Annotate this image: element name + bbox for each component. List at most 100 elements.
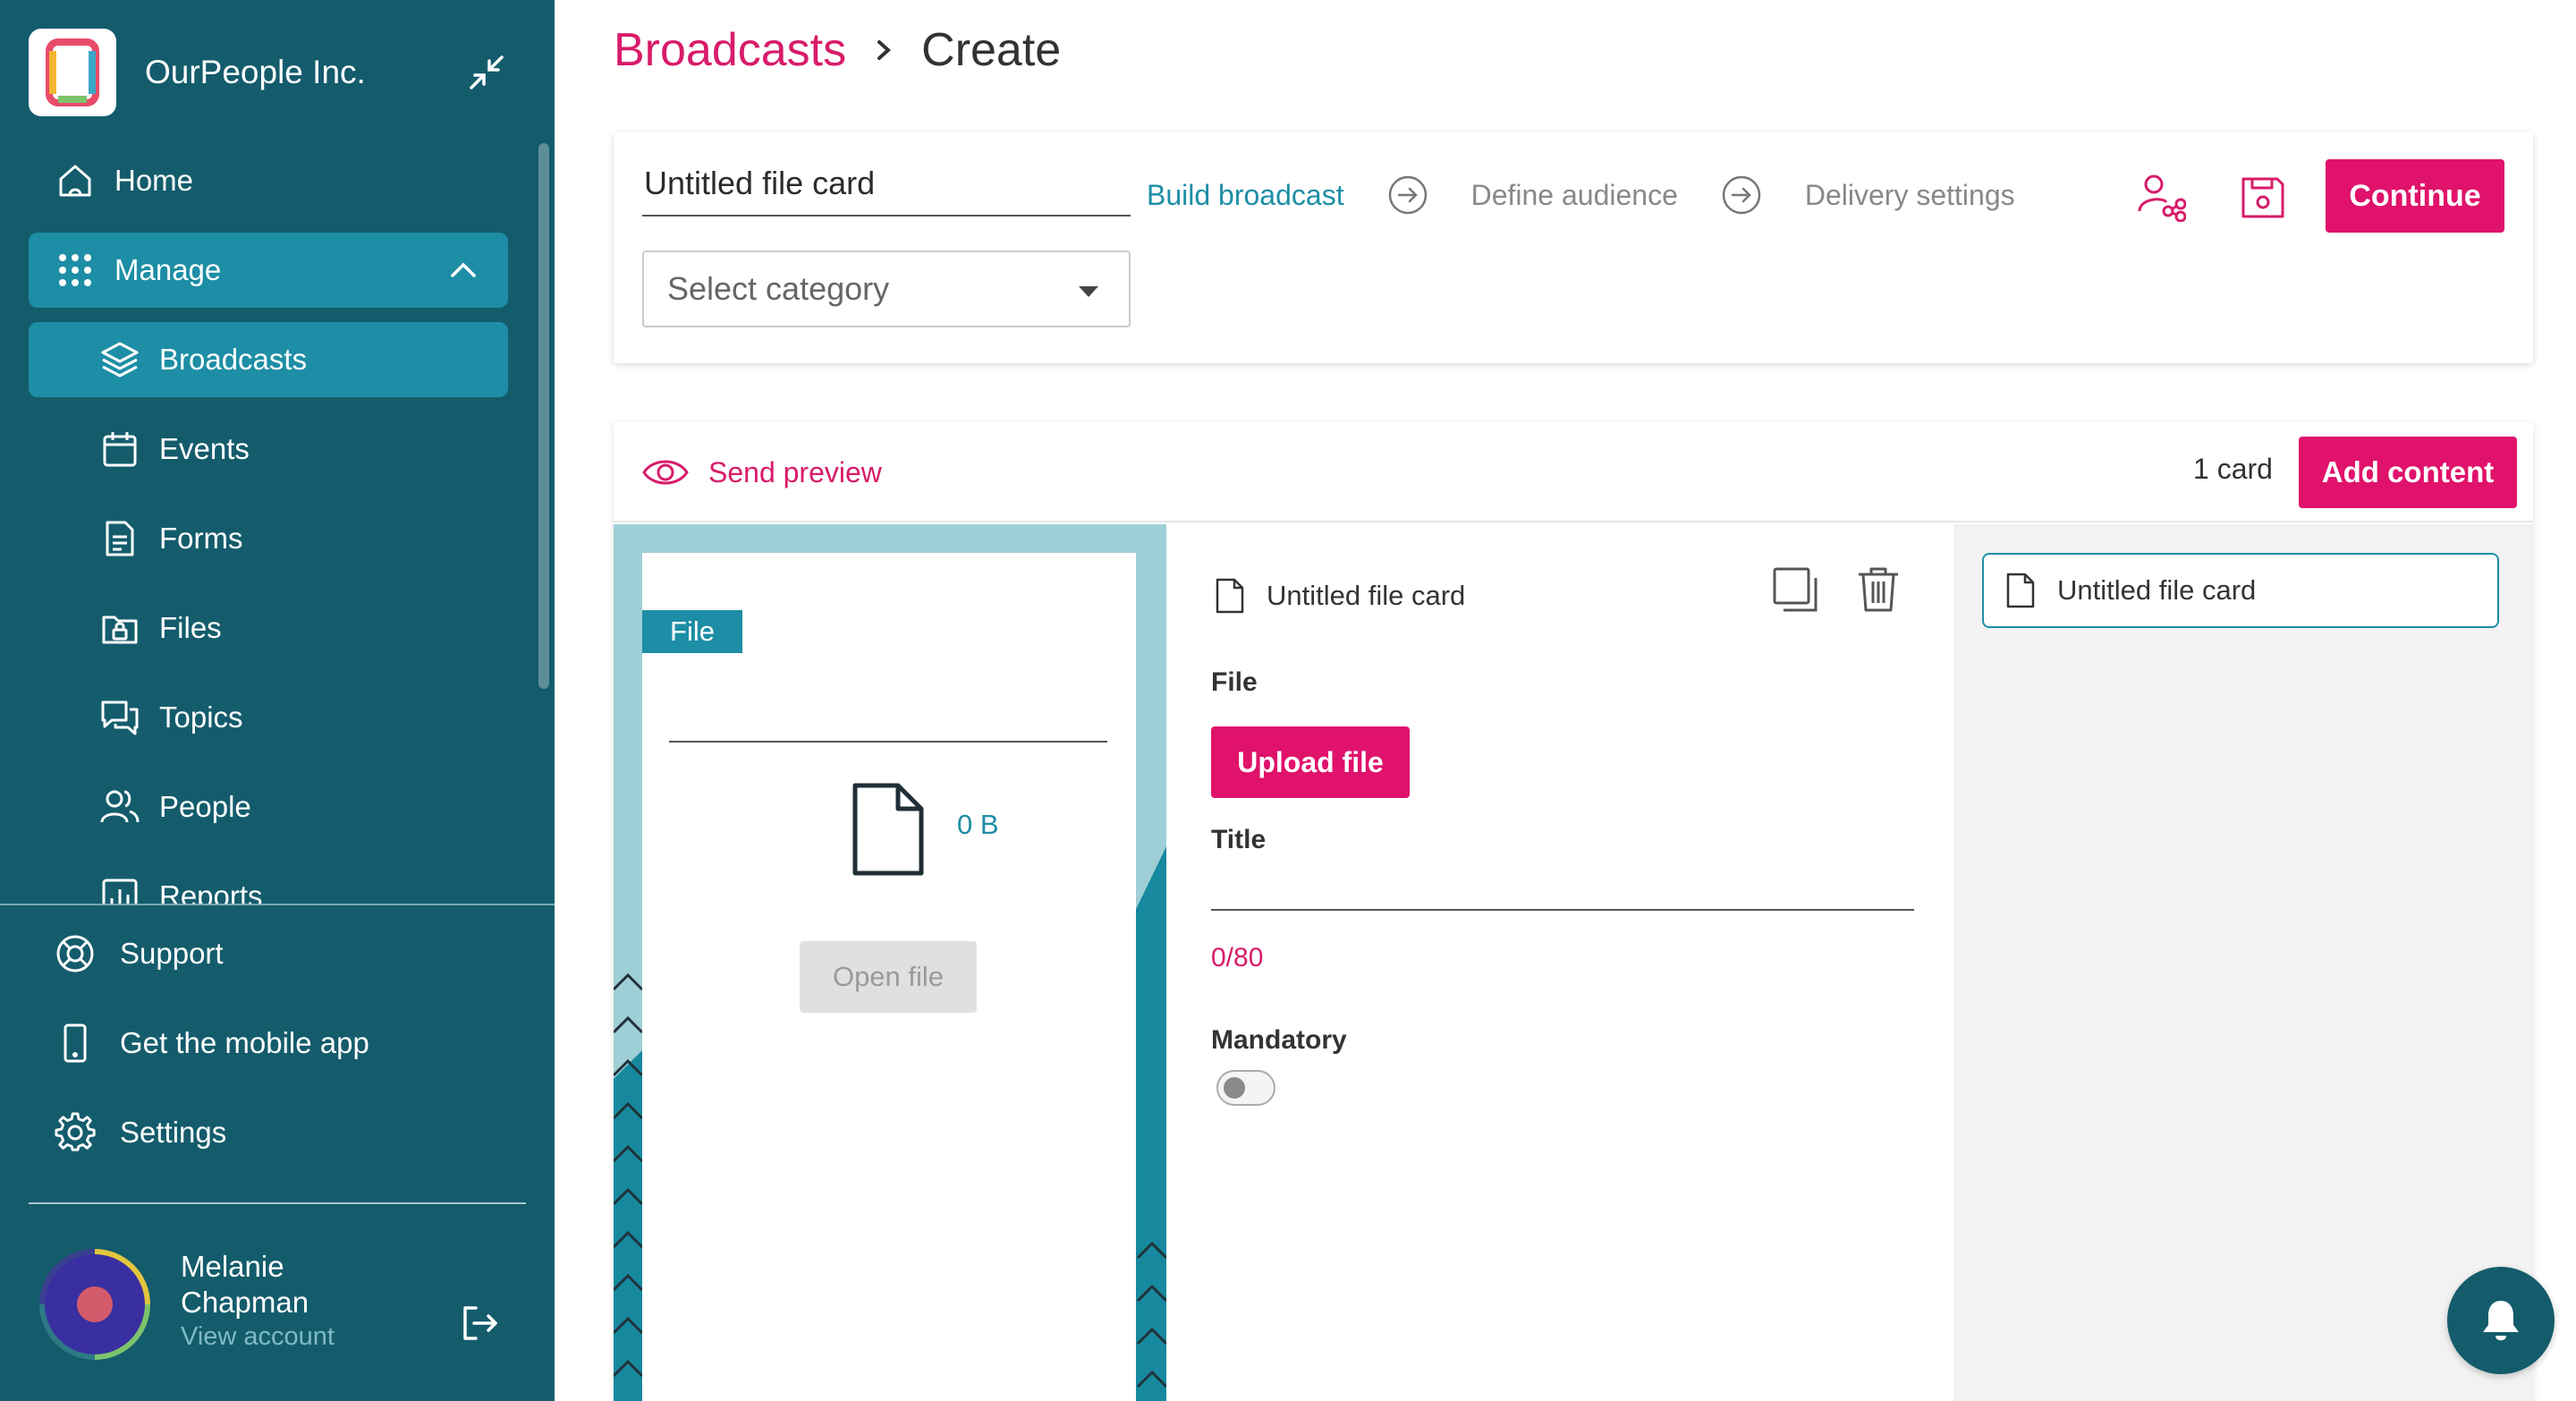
sidebar-item-label: Files xyxy=(159,611,222,644)
document-icon xyxy=(2006,573,2035,608)
card-count: 1 card xyxy=(2193,453,2273,485)
layers-icon xyxy=(98,338,141,381)
sidebar-item-settings[interactable]: Settings xyxy=(29,1095,508,1170)
sidebar-item-reports[interactable]: Reports xyxy=(29,859,508,904)
chevron-right-icon xyxy=(873,37,894,64)
home-icon xyxy=(54,159,97,202)
mandatory-field-label: Mandatory xyxy=(1211,1025,1347,1055)
sidebar-item-label: Reports xyxy=(159,879,263,904)
stepper: Build broadcast Define audience Delivery… xyxy=(1147,168,2015,222)
avatar-dot xyxy=(77,1286,113,1322)
collapse-sidebar-icon[interactable] xyxy=(462,47,512,98)
sidebar-item-support[interactable]: Support xyxy=(29,916,508,991)
nav-divider xyxy=(0,904,555,905)
sidebar-item-label: Settings xyxy=(120,1116,227,1149)
file-type-badge: File xyxy=(642,610,742,653)
category-select[interactable]: Select category xyxy=(642,250,1131,327)
sidebar-item-label: Support xyxy=(120,937,224,970)
mobile-preview-pane: File 0 B Open file xyxy=(614,524,1166,1401)
phone-icon xyxy=(54,1022,97,1065)
sidebar-section-manage[interactable]: Manage xyxy=(29,233,508,308)
mandatory-toggle[interactable] xyxy=(1216,1070,1275,1106)
folder-lock-icon xyxy=(98,607,141,650)
breadcrumb-broadcasts-link[interactable]: Broadcasts xyxy=(614,23,846,77)
org-name: OurPeople Inc. xyxy=(145,54,366,90)
chart-icon xyxy=(98,875,141,904)
arrow-circle-right-icon xyxy=(1387,174,1428,216)
open-file-button[interactable]: Open file xyxy=(800,941,977,1013)
arrow-circle-right-icon xyxy=(1721,174,1762,216)
org-logo xyxy=(29,29,116,116)
continue-button[interactable]: Continue xyxy=(2326,159,2504,233)
account-name: Melanie Chapman xyxy=(181,1250,309,1319)
sidebar-item-forms[interactable]: Forms xyxy=(29,501,508,576)
view-account-link[interactable]: View account xyxy=(181,1322,335,1352)
sidebar-bottom-nav: Support Get the mobile app Settings xyxy=(29,916,508,1184)
outline-card-item[interactable]: Untitled file card xyxy=(1982,553,2499,628)
upload-file-button[interactable]: Upload file xyxy=(1211,726,1410,798)
sidebar-item-mobile-app[interactable]: Get the mobile app xyxy=(29,1006,508,1081)
broadcast-title-input[interactable] xyxy=(642,152,1131,217)
avatar[interactable] xyxy=(39,1249,150,1360)
content-editor: Send preview 1 card Add content File 0 B… xyxy=(614,422,2533,1401)
card-title-input[interactable] xyxy=(1211,857,1914,911)
sidebar-item-label: Forms xyxy=(159,522,243,555)
grid-dots-icon xyxy=(54,249,97,292)
step-define-audience[interactable]: Define audience xyxy=(1471,179,1678,212)
bell-icon xyxy=(2483,1301,2519,1341)
card-form-pane: Untitled file card File Upload file Titl… xyxy=(1166,524,1953,1401)
people-icon xyxy=(98,785,141,828)
card-form-title: Untitled file card xyxy=(1267,580,1466,611)
page-title: Create xyxy=(921,24,1062,76)
card-outline-pane: Untitled file card xyxy=(1953,524,2533,1401)
notifications-bell-button[interactable] xyxy=(2447,1267,2555,1374)
sidebar-item-people[interactable]: People xyxy=(29,769,508,845)
lifebuoy-icon xyxy=(54,932,97,975)
account-divider xyxy=(29,1202,526,1204)
duplicate-card-icon[interactable] xyxy=(1771,565,1819,614)
editor-toolbar: Send preview 1 card Add content xyxy=(614,422,2533,522)
preview-card: File 0 B Open file xyxy=(642,553,1136,1401)
send-preview-button[interactable]: Send preview xyxy=(642,449,882,496)
sidebar-scrollbar[interactable] xyxy=(538,143,549,689)
chat-icon xyxy=(98,696,141,739)
avatar-image xyxy=(45,1254,145,1354)
sidebar-item-events[interactable]: Events xyxy=(29,412,508,487)
sidebar-item-label: Events xyxy=(159,432,250,465)
nav-scroll-area: Home Manage Broadcasts Events Forms File… xyxy=(0,143,537,904)
breadcrumb: Broadcasts Create xyxy=(614,18,1061,82)
broadcast-builder-header: Select category Build broadcast Define a… xyxy=(614,132,2533,363)
add-content-button[interactable]: Add content xyxy=(2299,437,2517,508)
delete-card-icon[interactable] xyxy=(1855,565,1902,614)
sidebar-item-broadcasts[interactable]: Broadcasts xyxy=(29,322,508,397)
sidebar-item-files[interactable]: Files xyxy=(29,590,508,666)
calendar-icon xyxy=(98,428,141,471)
file-field-label: File xyxy=(1211,667,1258,697)
audience-share-icon[interactable] xyxy=(2129,165,2193,229)
sidebar-item-label: Broadcasts xyxy=(159,343,308,376)
sidebar-item-label: People xyxy=(159,790,251,823)
sidebar-item-label: Get the mobile app xyxy=(120,1026,369,1059)
category-select-placeholder: Select category xyxy=(667,270,890,307)
chevron-up-icon xyxy=(445,252,481,288)
send-preview-label: Send preview xyxy=(708,455,882,488)
file-icon xyxy=(850,780,927,879)
step-build-broadcast[interactable]: Build broadcast xyxy=(1147,179,1344,212)
outline-card-label: Untitled file card xyxy=(2057,574,2257,606)
toggle-knob xyxy=(1224,1077,1245,1099)
sidebar-item-label: Home xyxy=(114,164,194,197)
save-draft-icon[interactable] xyxy=(2231,165,2295,229)
sidebar-item-home[interactable]: Home xyxy=(29,143,508,218)
gear-icon xyxy=(54,1111,97,1154)
sidebar-section-label: Manage xyxy=(114,253,222,286)
sidebar: OurPeople Inc. Home Manage Broadcasts Ev… xyxy=(0,0,555,1401)
document-icon xyxy=(1215,577,1245,615)
logout-icon[interactable] xyxy=(460,1303,501,1344)
account-section: Melanie Chapman View account xyxy=(39,1249,522,1374)
org-header: OurPeople Inc. xyxy=(29,29,512,116)
file-size: 0 B xyxy=(957,809,999,840)
caret-down-icon xyxy=(1079,286,1098,297)
form-icon xyxy=(98,517,141,560)
step-delivery-settings[interactable]: Delivery settings xyxy=(1805,179,2015,212)
sidebar-item-topics[interactable]: Topics xyxy=(29,680,508,755)
